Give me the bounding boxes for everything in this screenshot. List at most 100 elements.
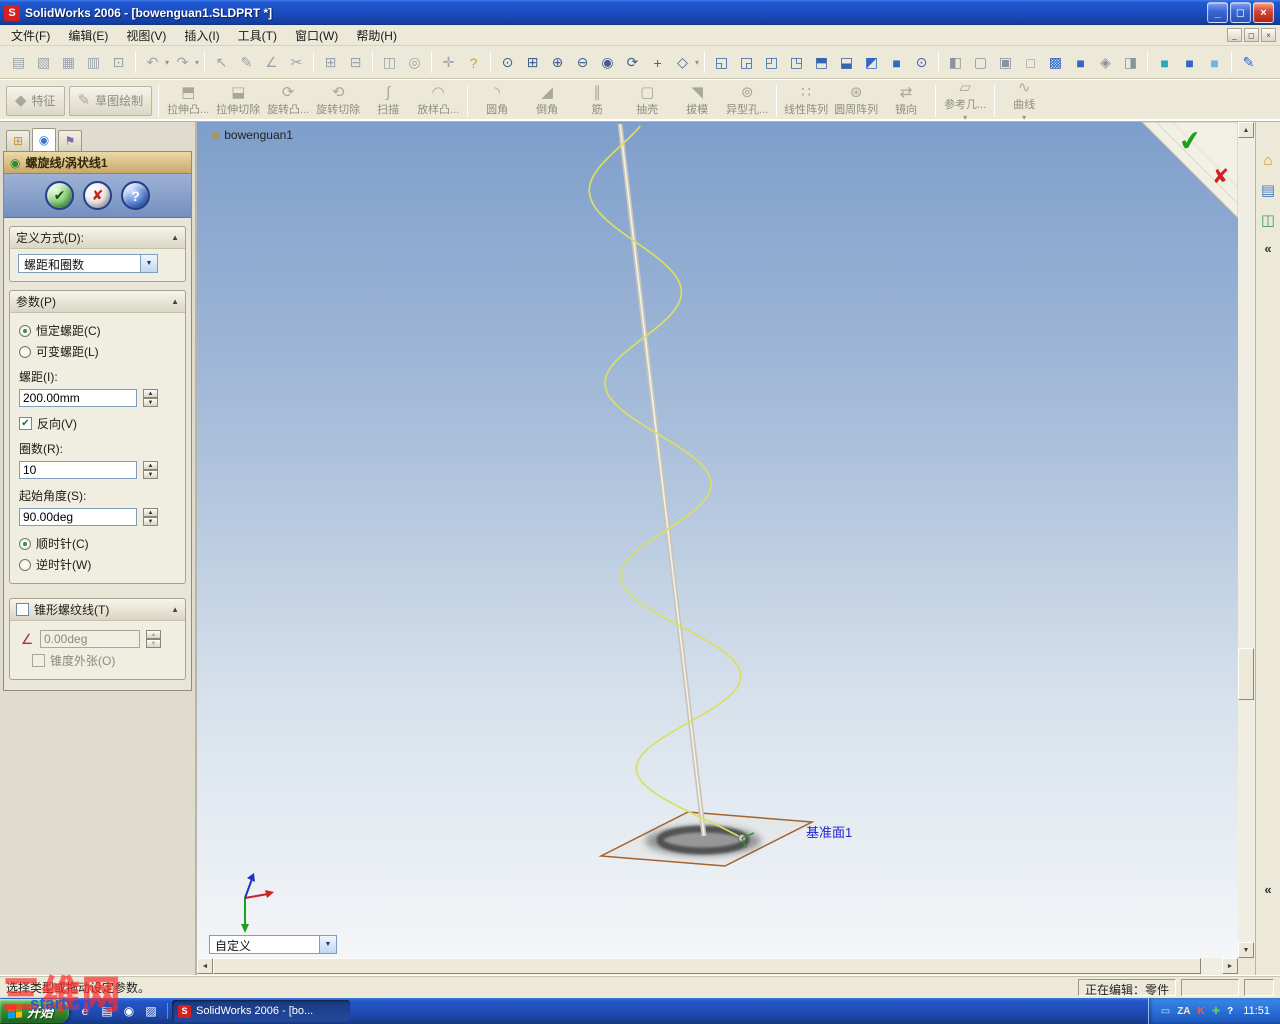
menu-item-7[interactable]: 帮助(H) [347,24,406,47]
menu-item-1[interactable]: 文件(F) [2,24,59,47]
annotation-pen-icon[interactable]: ✎ [1237,51,1260,74]
print-preview-icon[interactable]: ⊡ [107,51,130,74]
taper-checkbox[interactable] [16,603,29,616]
save-icon[interactable]: ▦ [57,51,80,74]
taper-angle-input[interactable] [40,630,140,648]
propertymanager-tab[interactable]: ◉ [32,128,56,151]
sketch-icon[interactable]: ✎ [235,51,258,74]
extrude-cut-button[interactable]: ⬓ 拉伸切除 [213,82,263,120]
menu-item-5[interactable]: 工具(T) [229,24,286,47]
taskbar-button-solidworks[interactable]: S SolidWorks 2006 - [bo... [172,1000,351,1022]
undo-icon-caret[interactable]: ▾ [165,58,169,67]
sketch-tab-button[interactable]: ✎ 草图绘制 [68,85,153,116]
close-button[interactable]: × [1253,2,1274,23]
print-icon[interactable]: ▥ [82,51,105,74]
help-button[interactable]: ? [121,181,150,210]
revolutions-spinner[interactable]: ▲ ▼ [143,461,158,479]
convert-entities-icon[interactable]: ◫ [378,51,401,74]
shaded-with-edges-icon[interactable]: ▩ [1044,51,1067,74]
zoom-out-icon[interactable]: ⊖ [571,51,594,74]
measure-icon[interactable]: ✛ [437,51,460,74]
zoom-selection-icon[interactable]: ◉ [596,51,619,74]
shell-button[interactable]: ▢ 抽壳 [622,82,672,120]
vertical-scroll-thumb[interactable] [1238,648,1254,700]
fillet-button[interactable]: ◝ 圆角 [472,82,522,120]
help-tray-icon[interactable]: ? [1227,1006,1233,1017]
circular-pattern-button[interactable]: ⊛ 圆周阵列 [831,82,881,120]
linear-pattern-button[interactable]: ∷ 线性阵列 [781,82,831,120]
revolve-boss-button[interactable]: ⟳ 旋转凸... [263,82,313,120]
pan-icon[interactable]: + [646,51,669,74]
flyout-tree-root[interactable]: ◈ bowenguan1 [211,128,293,142]
options-icon[interactable]: ⊟ [344,51,367,74]
revolve-cut-button[interactable]: ⟲ 旋转切除 [313,82,363,120]
ok-button[interactable]: ✔ [45,181,74,210]
clockwise-radio[interactable]: 顺时针(C) [19,535,179,552]
show-desktop-icon[interactable]: ▤ [99,1003,115,1019]
spin-up-icon[interactable]: ▲ [143,461,158,470]
features-tab-button[interactable]: ◆ 特征 [6,85,65,116]
view-top-icon[interactable]: ⬒ [810,51,833,74]
spin-down-icon[interactable]: ▼ [143,398,158,407]
definition-group-header[interactable]: 定义方式(D): ▲ [10,227,185,249]
folders-icon[interactable]: ▨ [143,1003,159,1019]
menu-item-2[interactable]: 编辑(E) [59,24,117,47]
media-player-icon[interactable]: ◉ [121,1003,137,1019]
view-right-icon[interactable]: ◳ [785,51,808,74]
counterclockwise-radio[interactable]: 逆时针(W) [19,556,179,573]
definition-method-dropdown[interactable]: 螺距和圈数 ▼ [18,254,158,273]
parameters-group-header[interactable]: 参数(P) ▲ [10,291,185,313]
view-isometric-icon[interactable]: ◩ [860,51,883,74]
chamfer-button[interactable]: ◢ 倒角 [522,82,572,120]
plane-label[interactable]: 基准面1 [806,822,852,841]
menu-item-6[interactable]: 窗口(W) [286,24,347,47]
antivirus-icon[interactable]: ✚ [1212,1006,1220,1017]
scroll-left-button[interactable]: ◄ [197,958,213,974]
spin-up-icon[interactable]: ▲ [143,389,158,398]
menu-item-3[interactable]: 视图(V) [117,24,175,47]
display-icon[interactable]: ▭ [1161,1006,1170,1017]
spin-down-icon[interactable]: ▼ [143,470,158,479]
mirror-button[interactable]: ⇄ 镜向 [881,82,931,120]
featuremanager-tab[interactable]: ⊞ [6,130,30,151]
zoom-fit-icon[interactable]: ⊙ [496,51,519,74]
normal-to-icon[interactable]: ⊙ [910,51,933,74]
view-left-icon[interactable]: ◰ [760,51,783,74]
confirm-ok-icon[interactable]: ✔ [1177,125,1204,159]
spin-down-icon[interactable]: ▼ [143,517,158,526]
view-bottom-icon[interactable]: ⬓ [835,51,858,74]
offset-entities-icon[interactable]: ◎ [403,51,426,74]
hole-wizard-button[interactable]: ⊚ 异型孔... [722,82,772,120]
horizontal-scrollbar[interactable]: ◄ ► [197,958,1238,975]
scroll-right-button[interactable]: ► [1222,958,1238,974]
grid-icon[interactable]: ⊞ [319,51,342,74]
design-library-icon[interactable]: ▤ [1261,181,1275,199]
internet-explorer-icon[interactable]: e [77,1003,93,1019]
start-button[interactable]: 开始 [0,999,70,1023]
rotate-view-icon[interactable]: ⟳ [621,51,644,74]
sweep-button[interactable]: ∫ 扫描 [363,82,413,120]
rib-button[interactable]: ∥ 筋 [572,82,622,120]
scroll-down-button[interactable]: ▼ [1238,942,1254,958]
perspective-icon[interactable]: ◈ [1094,51,1117,74]
file-explorer-icon[interactable]: ◫ [1261,211,1275,229]
view-dimetric-icon[interactable]: ■ [885,51,908,74]
dropdown-arrow-icon[interactable]: ▼ [141,254,158,273]
ime-icon[interactable]: ZA [1177,1006,1190,1017]
draft-button[interactable]: ◥ 拔模 [672,82,722,120]
pitch-spinner[interactable]: ▲ ▼ [143,389,158,407]
cancel-button[interactable]: ✘ [83,181,112,210]
dimension-icon[interactable]: ∠ [260,51,283,74]
dropdown-caret-icon[interactable]: ▾ [963,113,967,122]
open-icon[interactable]: ▧ [32,51,55,74]
kingsoft-icon[interactable]: K [1198,1006,1205,1017]
graphics-area[interactable]: ◈ bowenguan1 基准面1 ✔ ✘ 自定义 ▼ [197,122,1238,958]
confirm-cancel-icon[interactable]: ✘ [1212,164,1229,189]
shaded-icon[interactable]: ■ [1069,51,1092,74]
wireframe-icon[interactable]: ▢ [969,51,992,74]
reference-geometry-button[interactable]: ▱ 参考几... ▾ [940,80,990,122]
helix-curve[interactable] [588,125,743,839]
hidden-lines-visible-icon[interactable]: ▣ [994,51,1017,74]
trim-icon[interactable]: ✂ [285,51,308,74]
vertical-scrollbar[interactable]: ▲ ▼ [1238,122,1255,958]
